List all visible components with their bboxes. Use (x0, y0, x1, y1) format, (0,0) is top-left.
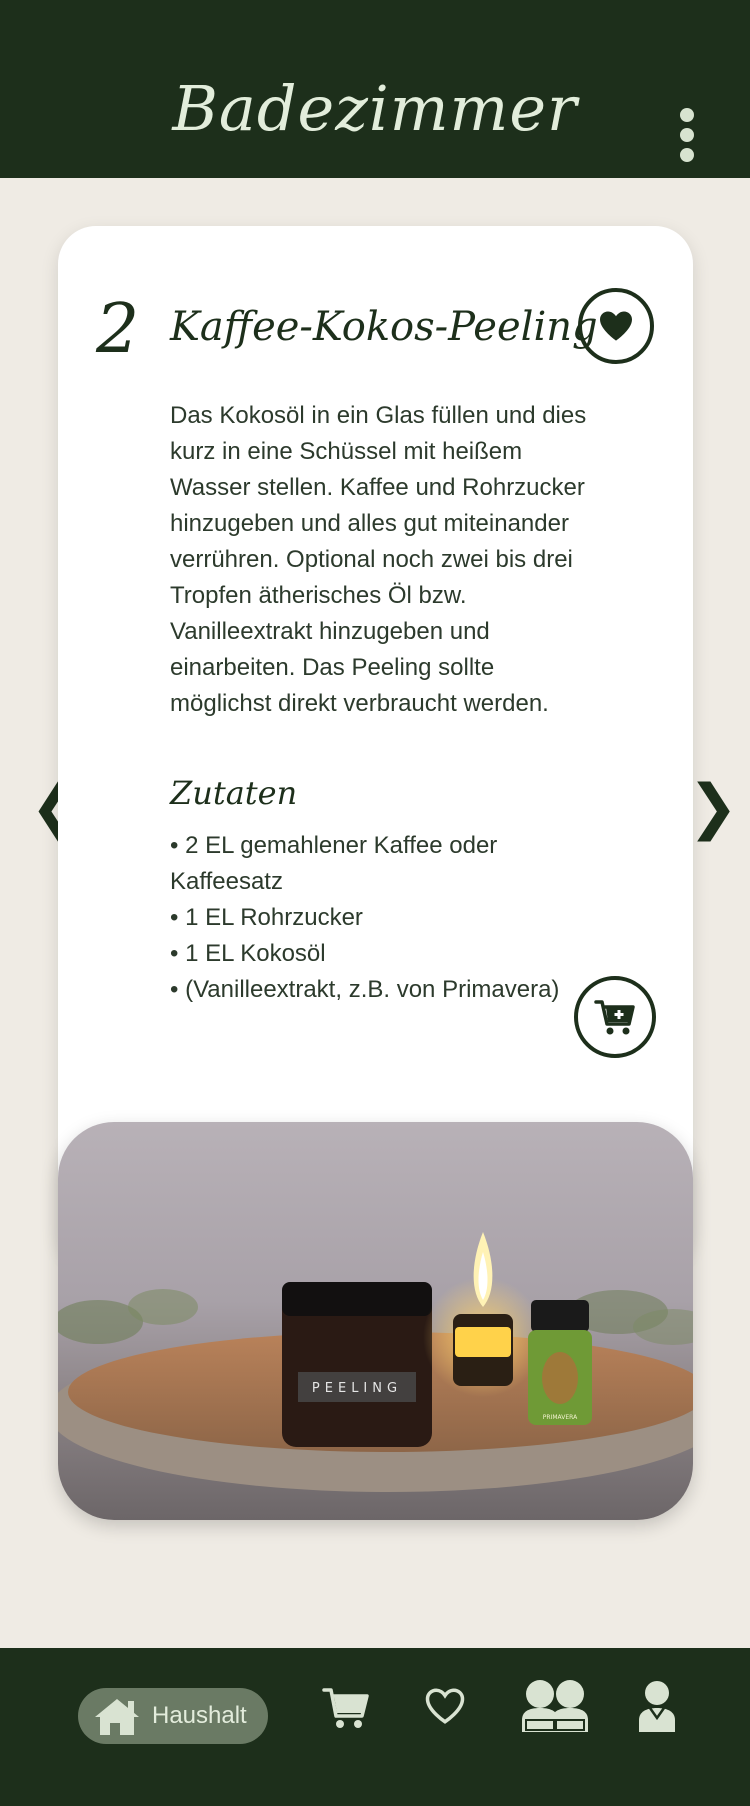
recipe-card (58, 226, 693, 1266)
home-icon (95, 1699, 139, 1735)
heart-outline-icon (425, 1688, 465, 1724)
heart-icon (600, 311, 632, 341)
nav-item-home-label: Haushalt (152, 1702, 247, 1729)
ingredients-heading: Zutaten (170, 774, 298, 812)
recipe-title: Kaffee-Kokos-Peeling (170, 304, 598, 350)
photo-scene: PEELING PRIMAVERA (58, 1232, 693, 1492)
favorite-button[interactable] (578, 288, 654, 364)
nav-item-cart[interactable] (322, 1686, 370, 1734)
bottom-navigation: Haushalt (0, 1648, 750, 1806)
step-number: 2 (96, 290, 140, 369)
ingredient-item: • 1 EL Rohrzucker (170, 904, 363, 931)
nav-item-profile[interactable] (638, 1680, 676, 1736)
ingredient-item: • (Vanilleextrakt, z.B. von Primavera) (170, 976, 560, 1003)
bottle-label: PRIMAVERA (543, 1414, 578, 1421)
profile-icon (639, 1681, 675, 1732)
page-title: Badezimmer (172, 72, 578, 145)
kebab-menu-icon[interactable] (668, 108, 704, 162)
recipe-photo: PEELING PRIMAVERA (58, 1122, 693, 1520)
ingredient-item: • 1 EL Kokosöl (170, 940, 326, 967)
jar-label: PEELING (312, 1381, 402, 1396)
ingredient-item: • 2 EL gemahlener Kaffee oder Kaffeesatz (170, 832, 498, 895)
recipe-description: Das Kokosöl in ein Glas füllen und dies … (170, 402, 587, 717)
ingredients-list: • 2 EL gemahlener Kaffee oder Kaffeesatz… (170, 828, 580, 1008)
chevron-right-icon[interactable]: ❯ (688, 772, 738, 842)
nav-item-home[interactable]: Haushalt (78, 1688, 268, 1744)
app-header: Badezimmer (0, 0, 750, 178)
nav-item-community[interactable] (520, 1678, 590, 1736)
add-to-cart-button[interactable] (574, 976, 656, 1058)
community-icon (522, 1680, 588, 1732)
cart-icon (322, 1688, 369, 1728)
nav-item-favorites[interactable] (424, 1686, 466, 1730)
cart-plus-icon (594, 1000, 635, 1035)
